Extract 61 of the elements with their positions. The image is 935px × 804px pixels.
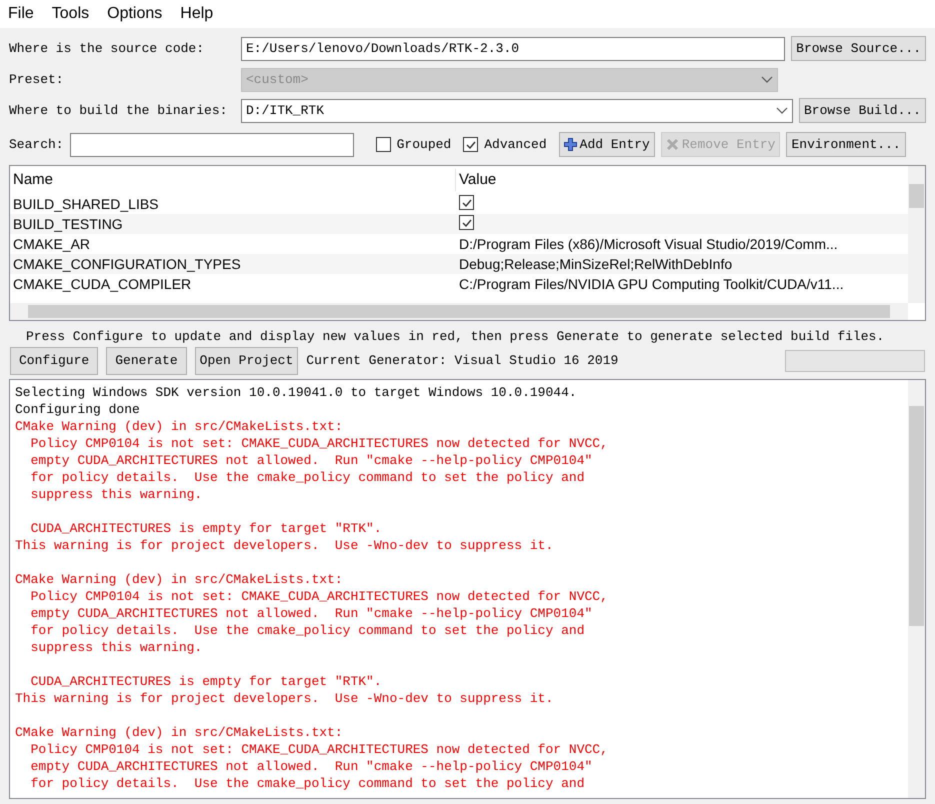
scrollbar[interactable] — [908, 380, 925, 798]
log-line: This warning is for project developers. Use -Wno-dev to suppress it. — [15, 537, 554, 554]
log-line: suppress this warning. — [30, 486, 204, 503]
log-line: for policy details. Use the cmake_policy command to set the policy and — [30, 622, 586, 639]
action-button[interactable]: Generate — [106, 346, 187, 374]
menu-item[interactable]: Options — [107, 2, 162, 26]
checkbox-label: Advanced — [484, 136, 547, 154]
log-line: Policy CMP0104 is not set: CMAKE_CUDA_ARCHITECTURES now detected for NVCC, — [30, 435, 609, 452]
entry-button[interactable]: Environment... — [786, 132, 906, 157]
log-line: CUDA_ARCHITECTURES is empty for target ″RTK″. — [30, 520, 383, 537]
log-line: CMake Warning (dev) in src/CMakeLists.txt: — [15, 724, 344, 741]
log-line: for policy details. Use the cmake_policy command to set the policy and — [30, 469, 586, 486]
log-line: CMake Warning (dev) in src/CMakeLists.txt: — [15, 571, 344, 588]
log-line: CMake Warning (dev) in src/CMakeLists.txt: — [15, 418, 344, 435]
log-line: suppress this warning. — [30, 639, 204, 656]
table-cell-text: Debug;Release;MinSizeRel;RelWithDebInfo — [458, 254, 734, 274]
browse-button[interactable]: Browse Build... — [798, 98, 926, 123]
table-cell-text: D:/Program Files (x86)/Microsoft Visual Studio/2019/Comm... — [458, 234, 839, 254]
cross-icon — [666, 138, 679, 151]
log-line: Configuring done — [15, 401, 141, 418]
action-button[interactable]: Configure — [10, 346, 98, 374]
generator-label: Current Generator: Visual Studio 16 2019 — [306, 352, 618, 370]
table-cell-text: C:/Program Files/NVIDIA GPU Computing Toolkit/CUDA/v11... — [458, 274, 845, 294]
entry-button[interactable]: Add Entry — [558, 132, 655, 157]
log-line: Policy CMP0104 is not set: CMAKE_CUDA_ARCHITECTURES now detected for NVCC, — [30, 741, 609, 758]
log-line: CUDA_ARCHITECTURES is empty for target ″RTK″. — [30, 673, 383, 690]
log-line: empty CUDA_ARCHITECTURES not allowed. Run ″cmake --help-policy CMP0104″ — [30, 605, 594, 622]
menu-item[interactable]: Tools — [52, 2, 90, 26]
log-line: empty CUDA_ARCHITECTURES not allowed. Run ″cmake --help-policy CMP0104″ — [30, 452, 594, 469]
column-header[interactable]: Name — [10, 168, 456, 192]
table-cell-text: CMAKE_CUDA_COMPILER — [12, 274, 192, 294]
scrollbar[interactable] — [10, 303, 908, 320]
search-field[interactable] — [70, 132, 354, 156]
scrollbar[interactable] — [908, 166, 925, 303]
checkbox[interactable] — [459, 215, 474, 230]
source-field[interactable]: E:/Users/lenovo/Downloads/RTK-2.3.0 — [241, 36, 786, 60]
table-cell-text: CMAKE_AR — [12, 234, 92, 254]
checkbox[interactable] — [463, 137, 478, 152]
build-dropdown[interactable]: D:/ITK_RTK — [241, 98, 793, 122]
hint-text: Press Configure to update and display new values in red, then press Generate to generate selected build files. — [26, 329, 884, 344]
checkbox[interactable] — [459, 195, 474, 210]
field-label: Search: — [9, 136, 64, 154]
log-line: for policy details. Use the cmake_policy command to set the policy and — [30, 775, 586, 792]
checkbox-label: Grouped — [396, 136, 452, 154]
menu-item[interactable]: File — [8, 2, 34, 26]
field-label: Where is the source code: — [9, 40, 206, 58]
log-line: empty CUDA_ARCHITECTURES not allowed. Run ″cmake --help-policy CMP0104″ — [30, 758, 594, 775]
menu-item[interactable]: Help — [180, 2, 214, 26]
table-cell-text: CMAKE_CONFIGURATION_TYPES — [12, 254, 242, 274]
checkbox[interactable] — [376, 137, 391, 152]
table-cell-text: BUILD_TESTING — [12, 214, 124, 234]
table-cell-text: BUILD_SHARED_LIBS — [12, 194, 160, 214]
field-label: Where to build the binaries: — [9, 102, 228, 120]
plus-icon — [564, 138, 577, 151]
log-line: This warning is for project developers. Use -Wno-dev to suppress it. — [15, 690, 554, 707]
field-label: Preset: — [9, 70, 65, 89]
action-button[interactable]: Open Project — [194, 346, 298, 374]
browse-button[interactable]: Browse Source... — [791, 36, 926, 61]
column-header[interactable]: Value — [456, 168, 908, 192]
log-line: Selecting Windows SDK version 10.0.19041.0 to target Windows 10.0.19044. — [15, 384, 578, 401]
log-line: Policy CMP0104 is not set: CMAKE_CUDA_ARCHITECTURES now detected for NVCC, — [30, 588, 609, 605]
